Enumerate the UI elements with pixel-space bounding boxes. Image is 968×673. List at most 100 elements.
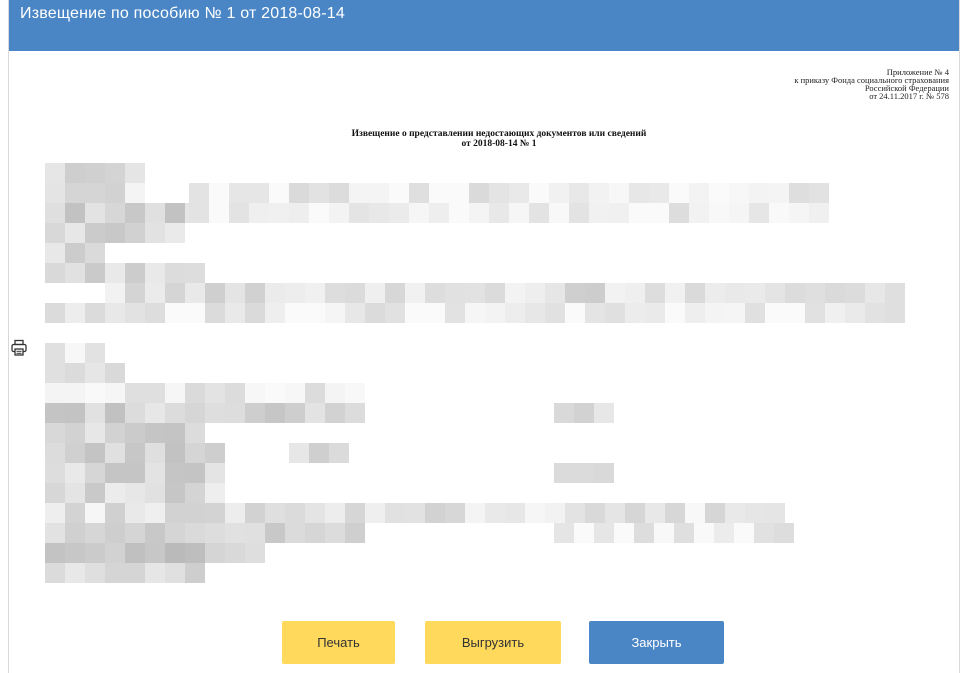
- redacted-pixel: [285, 383, 305, 403]
- redacted-pixel: [125, 463, 145, 483]
- redacted-pixel: [185, 463, 205, 483]
- redacted-pixel: [729, 203, 749, 223]
- redacted-pixel: [205, 463, 225, 483]
- redacted-pixel: [65, 563, 85, 583]
- redacted-pixel: [45, 523, 65, 543]
- redacted-pixel: [465, 303, 485, 323]
- redacted-pixel: [85, 543, 105, 563]
- redacted-pixel: [105, 463, 125, 483]
- redacted-pixel: [545, 303, 565, 323]
- redacted-pixel: [145, 263, 165, 283]
- redacted-pixel: [609, 183, 629, 203]
- redacted-pixel: [674, 523, 694, 543]
- redacted-pixel: [694, 523, 714, 543]
- redacted-pixel: [145, 223, 165, 243]
- redacted-pixel: [489, 203, 509, 223]
- redacted-pixel: [125, 483, 145, 503]
- redacted-pixel: [65, 263, 85, 283]
- redacted-pixel: [685, 303, 705, 323]
- redacted-pixel: [705, 283, 725, 303]
- redacted-pixel: [225, 503, 245, 523]
- redacted-pixel: [585, 503, 605, 523]
- redacted-pixel: [565, 303, 585, 323]
- redacted-pixel: [145, 383, 165, 403]
- redacted-pixel: [85, 223, 105, 243]
- redacted-pixel: [709, 183, 729, 203]
- redacted-pixel: [105, 363, 125, 383]
- redacted-pixel: [585, 303, 605, 323]
- redacted-pixel: [65, 303, 85, 323]
- redacted-pixel: [289, 203, 309, 223]
- redacted-pixel: [209, 183, 229, 203]
- redacted-pixel: [65, 423, 85, 443]
- redacted-pixel: [609, 203, 629, 223]
- redacted-pixel: [569, 183, 589, 203]
- redacted-pixel: [825, 303, 845, 323]
- redacted-pixel: [125, 383, 145, 403]
- printer-icon[interactable]: [11, 339, 27, 357]
- export-button[interactable]: Выгрузить: [425, 621, 561, 664]
- redacted-pixel: [789, 203, 809, 223]
- redacted-pixel: [725, 283, 745, 303]
- redacted-pixel: [165, 303, 185, 323]
- redacted-pixel: [329, 203, 349, 223]
- redacted-pixel: [105, 183, 125, 203]
- redacted-pixel: [45, 503, 65, 523]
- redacted-pixel: [165, 403, 185, 423]
- redacted-pixel: [805, 303, 825, 323]
- redacted-pixel: [305, 283, 325, 303]
- redacted-pixel: [265, 503, 285, 523]
- redacted-pixel: [725, 303, 745, 323]
- redacted-pixel: [805, 283, 825, 303]
- redacted-pixel: [765, 283, 785, 303]
- redacted-pixel: [505, 283, 525, 303]
- redacted-pixel: [65, 443, 85, 463]
- redacted-pixel: [865, 303, 885, 323]
- redacted-pixel: [85, 503, 105, 523]
- redacted-pixel: [645, 503, 665, 523]
- redacted-pixel: [165, 463, 185, 483]
- redacted-pixel: [445, 303, 465, 323]
- redacted-pixel: [525, 303, 545, 323]
- redacted-pixel: [65, 403, 85, 423]
- redacted-pixel: [165, 223, 185, 243]
- redacted-pixel: [125, 543, 145, 563]
- redacted-pixel: [809, 203, 829, 223]
- print-button[interactable]: Печать: [282, 621, 395, 664]
- redacted-pixel: [85, 183, 105, 203]
- redacted-pixel: [705, 303, 725, 323]
- redacted-pixel: [289, 183, 309, 203]
- redacted-pixel: [565, 283, 585, 303]
- redacted-pixel: [65, 363, 85, 383]
- redacted-pixel: [649, 203, 669, 223]
- redacted-pixel: [305, 503, 325, 523]
- redacted-pixel: [765, 503, 785, 523]
- redacted-pixel: [489, 183, 509, 203]
- redacted-pixel: [429, 203, 449, 223]
- redacted-pixel: [45, 223, 65, 243]
- redacted-pixel: [885, 303, 905, 323]
- redacted-pixel: [845, 283, 865, 303]
- redacted-pixel: [185, 503, 205, 523]
- redacted-pixel: [569, 203, 589, 223]
- redacted-pixel: [65, 483, 85, 503]
- redacted-pixel: [449, 183, 469, 203]
- redacted-pixel: [665, 503, 685, 523]
- redacted-pixel: [205, 483, 225, 503]
- redacted-pixel: [365, 303, 385, 323]
- redacted-pixel: [409, 183, 429, 203]
- redacted-pixel: [485, 283, 505, 303]
- redacted-pixel: [145, 303, 165, 323]
- redacted-pixel: [865, 283, 885, 303]
- redacted-pixel: [165, 283, 185, 303]
- redacted-pixel: [594, 463, 614, 483]
- redacted-pixel: [85, 363, 105, 383]
- close-button[interactable]: Закрыть: [589, 621, 724, 664]
- redacted-pixel: [325, 403, 345, 423]
- redacted-pixel: [245, 543, 265, 563]
- redacted-pixel: [125, 223, 145, 243]
- redacted-pixel: [345, 523, 365, 543]
- redacted-pixel: [325, 503, 345, 523]
- redacted-pixel: [189, 203, 209, 223]
- redacted-pixel: [225, 523, 245, 543]
